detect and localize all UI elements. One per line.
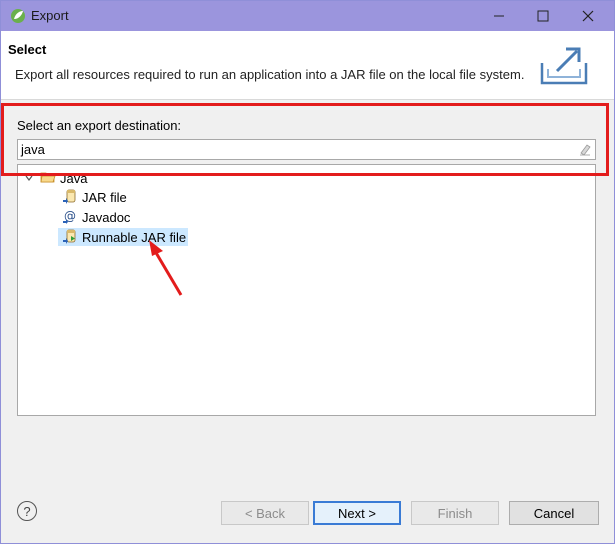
finish-button[interactable]: Finish [411, 501, 499, 525]
close-button[interactable] [565, 1, 611, 31]
tree-item-javadoc[interactable]: @ Javadoc [62, 208, 130, 226]
eclipse-leaf-icon [10, 8, 26, 24]
svg-text:@: @ [64, 209, 76, 223]
javadoc-icon: @ [62, 208, 78, 227]
export-dialog: Export Select Export all resources requi… [0, 0, 615, 544]
tree-item-label: JAR file [82, 189, 127, 205]
wizard-header: Select Export all resources required to … [1, 31, 614, 100]
window-title: Export [31, 8, 69, 23]
jar-file-icon [62, 188, 78, 207]
wizard-tree: Java JAR file @ Javadoc Runnable JAR fil… [17, 164, 596, 416]
tree-item-jar-file[interactable]: JAR file [62, 188, 127, 206]
help-icon: ? [23, 503, 31, 519]
page-title: Select [8, 42, 47, 57]
next-button[interactable]: Next > [313, 501, 401, 525]
tree-item-label: Javadoc [82, 209, 131, 225]
maximize-button[interactable] [520, 1, 566, 31]
annotation-highlight-box [1, 103, 609, 176]
back-button[interactable]: < Back [221, 501, 309, 525]
title-bar: Export [1, 1, 614, 31]
page-description: Export all resources required to run an … [15, 67, 525, 82]
cancel-button[interactable]: Cancel [509, 501, 599, 525]
export-wizard-icon [539, 43, 591, 87]
minimize-button[interactable] [476, 1, 522, 31]
runnable-jar-icon [62, 228, 78, 247]
help-button[interactable]: ? [17, 501, 37, 521]
annotation-arrow-icon [141, 237, 191, 301]
